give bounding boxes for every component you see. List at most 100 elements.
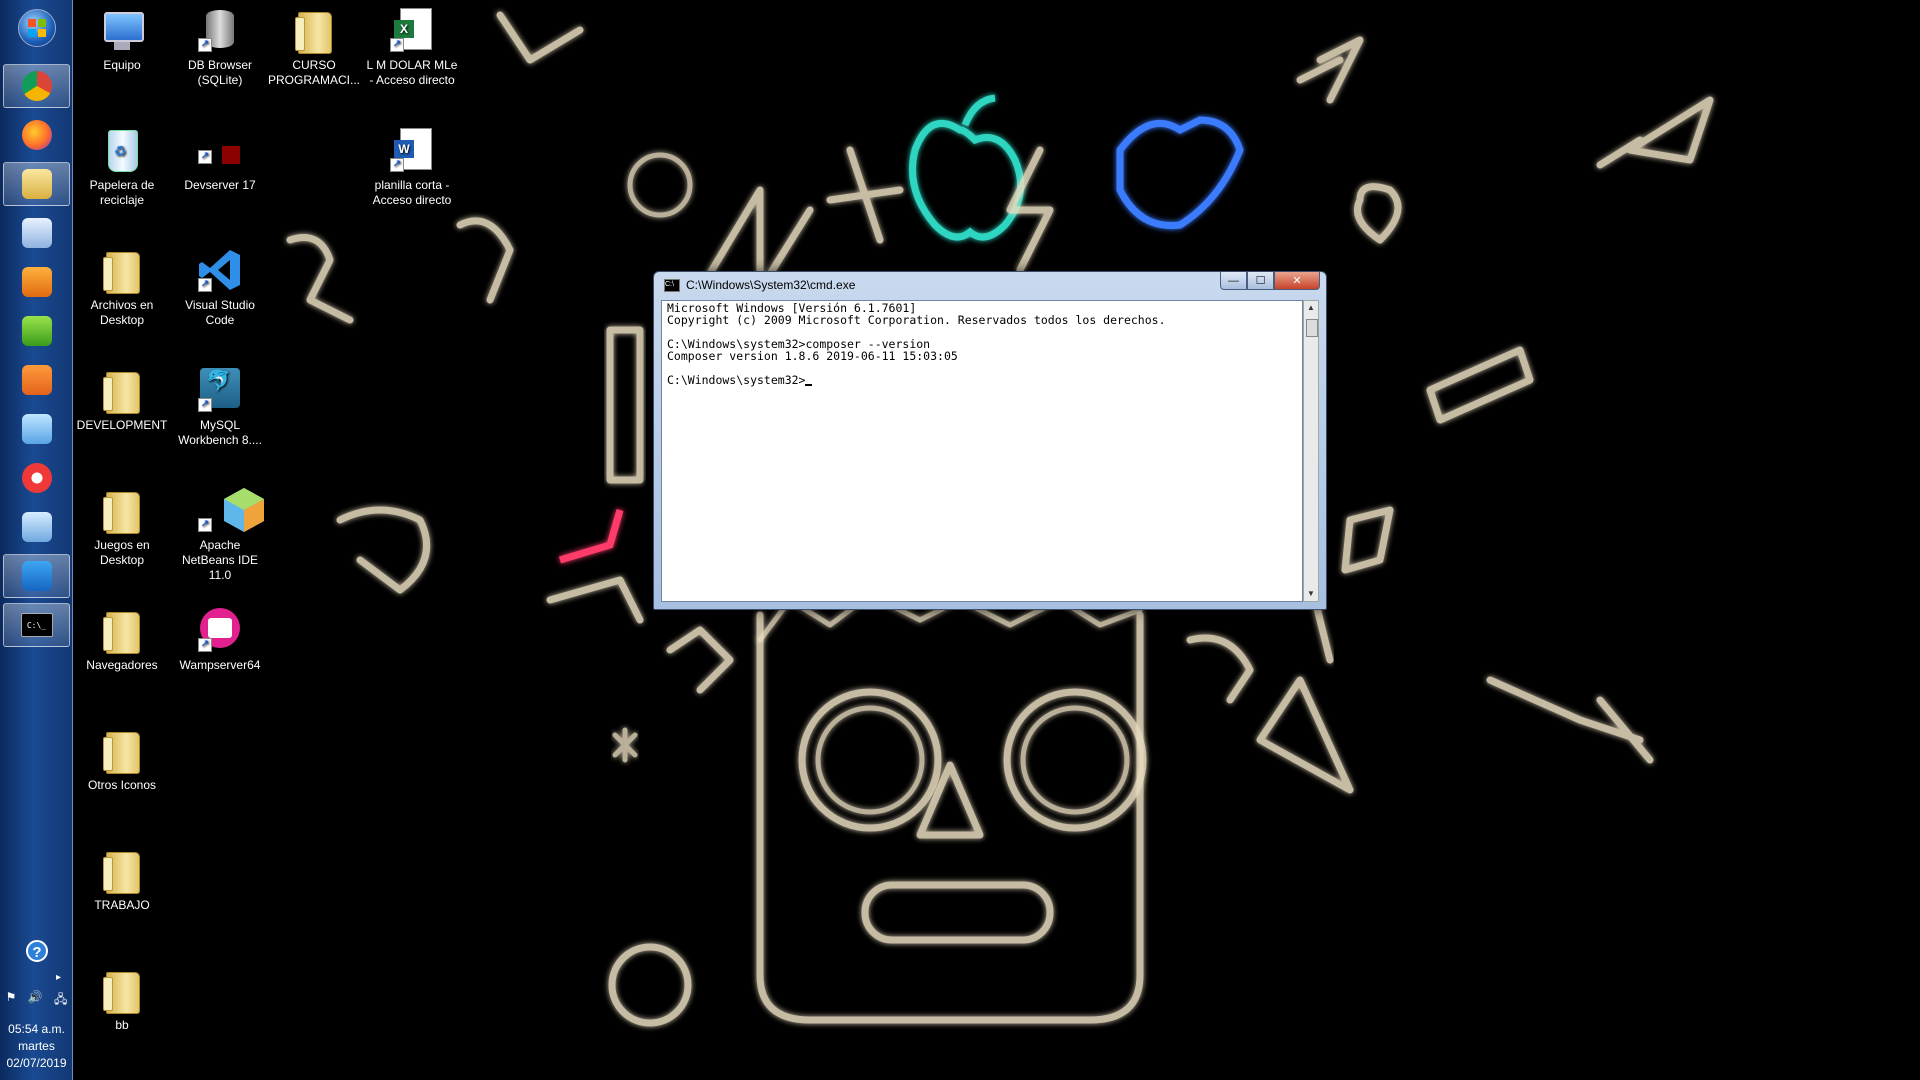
desktop-icon-label: bb [115, 1018, 129, 1032]
folder-icon [98, 966, 146, 1014]
chrome-icon [21, 71, 52, 101]
desktop-icon-curso-programaci[interactable]: CURSO PROGRAMACI... [266, 6, 362, 88]
taskbar-item-firefox[interactable] [3, 113, 70, 157]
desktop-icon-trabajo[interactable]: TRABAJO [74, 846, 170, 913]
desktop-icon-visual-studio-code[interactable]: ↗ Visual Studio Code [172, 246, 268, 328]
desktop-icon-label: DEVELOPMENT [76, 418, 168, 432]
folder-icon [98, 246, 146, 294]
devserver-icon: ↗ [196, 126, 244, 174]
scroll-down-arrow-icon[interactable]: ▼ [1304, 587, 1318, 601]
netbeans-icon: ↗ [196, 486, 264, 534]
action-center-flag-icon[interactable]: ⚑ [6, 990, 17, 1011]
clock[interactable]: 05:54 a.m. martes 02/07/2019 [0, 1021, 73, 1072]
vivaldi-icon [21, 463, 52, 493]
wampserver-icon: ↗ [196, 606, 244, 654]
cmd-title-bar[interactable]: C:\ C:\Windows\System32\cmd.exe [664, 276, 855, 294]
help-icon[interactable]: ? [26, 940, 48, 962]
desktop-icon-label: Devserver 17 [184, 178, 256, 192]
vscode-icon: ↗ [196, 246, 244, 294]
desktop-icon-label: Navegadores [86, 658, 158, 672]
maximize-button[interactable]: ☐ [1247, 272, 1274, 290]
desktop-icon-label: DB Browser (SQLite) [187, 58, 252, 87]
taskbar-item-paint[interactable] [3, 505, 70, 549]
folder-icon [290, 6, 338, 54]
taskbar-item-sublime-text[interactable] [3, 358, 70, 402]
clock-day: martes [18, 1039, 55, 1053]
taskbar-item-vscode[interactable] [3, 554, 70, 598]
desktop-icon-wampserver64[interactable]: ↗ Wampserver64 [172, 606, 268, 673]
scroll-thumb[interactable] [1306, 319, 1318, 337]
desktop-icon-label: planilla corta - Acceso directo [372, 178, 452, 207]
clock-date: 02/07/2019 [6, 1056, 67, 1070]
start-button[interactable] [3, 6, 70, 50]
taskbar-item-notepad[interactable] [3, 407, 70, 451]
vscode-icon [21, 561, 52, 591]
desktop-icon-label: Papelera de reciclaje [89, 178, 155, 207]
desktop-icon-apache-netbeans-ide-11-0[interactable]: ↗ Apache NetBeans IDE 11.0 [172, 486, 268, 583]
cmd-title-text: C:\Windows\System32\cmd.exe [686, 278, 856, 292]
desktop-icon-navegadores[interactable]: Navegadores [74, 606, 170, 673]
mysql-workbench-icon: 🐬 ↗ [196, 366, 244, 414]
desktop-icon-label: MySQL Workbench 8.... [178, 418, 262, 447]
database-icon: ↗ [196, 6, 244, 54]
desktop-icon-label: Juegos en Desktop [94, 538, 150, 567]
console-output[interactable]: Microsoft Windows [Versión 6.1.7601] Copy… [661, 300, 1303, 602]
sublime-icon [21, 365, 52, 395]
taskbar-item-cmd[interactable]: C:\_ [3, 603, 70, 647]
desktop-icon-label: Archivos en Desktop [90, 298, 154, 327]
recycle-bin-icon: ♻ [98, 126, 146, 174]
console-line: Composer version 1.8.6 2019-06-11 15:03:… [667, 349, 958, 363]
folder-icon [98, 726, 146, 774]
taskbar-item-chrome[interactable] [3, 64, 70, 108]
console-line: C:\Windows\system32> [667, 374, 1297, 386]
desktop-icon-development[interactable]: DEVELOPMENT [74, 366, 170, 433]
desktop-icon-juegos-en-desktop[interactable]: Juegos en Desktop [74, 486, 170, 568]
desktop-icon-label: Equipo [103, 58, 141, 72]
desktop-icon-label: Apache NetBeans IDE 11.0 [181, 538, 259, 582]
network-icon[interactable]: 🖧 [54, 990, 67, 1011]
scroll-up-arrow-icon[interactable]: ▲ [1304, 301, 1318, 315]
folder-icon [98, 606, 146, 654]
desktop-icon-l-m-dolar-mle-acceso-directo[interactable]: X ↗ L M DOLAR MLe - Acceso directo [364, 6, 460, 88]
desktop-icon-equipo[interactable]: Equipo [74, 6, 170, 73]
window-controls: — ☐ ✕ [1220, 272, 1320, 290]
taskbar-item-explorer[interactable] [3, 162, 70, 206]
word-icon: W ↗ [388, 126, 436, 174]
cmd-window[interactable]: C:\ C:\Windows\System32\cmd.exe — ☐ ✕ Mi… [653, 271, 1327, 610]
computer-icon [98, 6, 146, 54]
desktop-icon-archivos-en-desktop[interactable]: Archivos en Desktop [74, 246, 170, 328]
console-line: Copyright (c) 2009 Microsoft Corporation… [667, 313, 1166, 327]
notepad-icon [21, 414, 52, 444]
windows-orb-icon [17, 9, 56, 47]
cmd-icon: C:\_ [20, 613, 53, 637]
taskbar-item-calculator[interactable] [3, 211, 70, 255]
layers-icon [21, 316, 52, 346]
desktop-icon-db-browser-sqlite[interactable]: ↗ DB Browser (SQLite) [172, 6, 268, 88]
robot-head-shape [756, 611, 1144, 1024]
tray-expand-icon[interactable]: ▸ [56, 972, 61, 983]
minimize-button[interactable]: — [1220, 272, 1247, 290]
firefox-icon [21, 120, 52, 150]
close-button[interactable]: ✕ [1274, 272, 1320, 290]
desktop-icon-label: Wampserver64 [179, 658, 261, 672]
paint-icon [21, 512, 52, 542]
desktop-icon-papelera-de-reciclaje[interactable]: ♻ Papelera de reciclaje [74, 126, 170, 208]
taskbar-item-media-player[interactable] [3, 260, 70, 304]
vertical-scrollbar[interactable]: ▲ ▼ [1303, 300, 1319, 602]
calculator-icon [21, 218, 52, 248]
desktop-icon-bb[interactable]: bb [74, 966, 170, 1033]
taskbar-item-bluestacks[interactable] [3, 309, 70, 353]
desktop-icon-label: TRABAJO [94, 898, 150, 912]
desktop-icon-devserver-17[interactable]: ↗ Devserver 17 [172, 126, 268, 193]
folder-icon [98, 846, 146, 894]
desktop-icon-label: L M DOLAR MLe - Acceso directo [366, 58, 458, 87]
folder-explorer-icon [21, 169, 52, 199]
taskbar-item-vivaldi[interactable] [3, 456, 70, 500]
volume-icon[interactable]: 🔊 [28, 990, 43, 1011]
clock-time: 05:54 a.m. [8, 1022, 65, 1036]
excel-icon: X ↗ [388, 6, 436, 54]
desktop-icon-otros-iconos[interactable]: Otros Iconos [74, 726, 170, 793]
desktop-icon-mysql-workbench-8[interactable]: 🐬 ↗ MySQL Workbench 8.... [172, 366, 268, 448]
desktop-icon-planilla-corta-acceso-directo[interactable]: W ↗ planilla corta - Acceso directo [364, 126, 460, 208]
text-cursor [805, 384, 813, 386]
